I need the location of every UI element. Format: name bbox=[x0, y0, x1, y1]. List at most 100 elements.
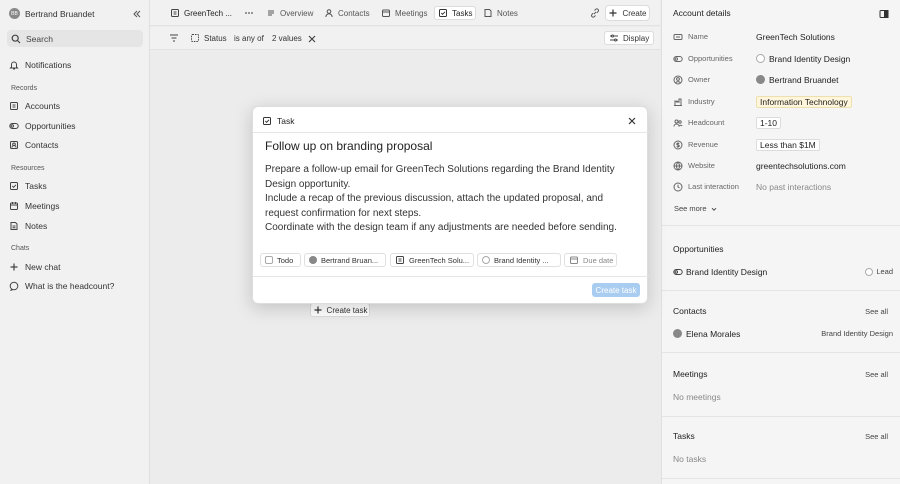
field-value[interactable]: 1-10 bbox=[756, 116, 782, 129]
field-value[interactable]: Information Technology bbox=[756, 95, 852, 108]
field-value[interactable]: GreenTech Solutions bbox=[756, 32, 835, 42]
create-label: Create bbox=[622, 8, 647, 18]
close-icon[interactable] bbox=[627, 116, 637, 126]
status-label: Todo bbox=[277, 255, 294, 265]
contact-icon bbox=[9, 140, 19, 150]
filter-operator[interactable]: is any of bbox=[234, 31, 264, 45]
chats-heading: Chats bbox=[11, 245, 30, 252]
opportunities-heading: Opportunities bbox=[673, 244, 724, 254]
name-icon bbox=[673, 32, 683, 42]
account-selector[interactable]: GreenTech Solu... bbox=[390, 253, 474, 267]
target-icon bbox=[673, 267, 683, 277]
create-button[interactable]: Create bbox=[605, 5, 650, 21]
sidebar-item-contacts[interactable]: Contacts bbox=[9, 138, 141, 152]
search-icon bbox=[11, 34, 21, 44]
sidebar-item-tasks[interactable]: Tasks bbox=[9, 179, 141, 193]
building-icon bbox=[395, 255, 405, 265]
tab-tasks[interactable]: Tasks bbox=[434, 6, 477, 20]
divider bbox=[662, 416, 900, 417]
filter-operator-label: is any of bbox=[234, 33, 264, 43]
divider bbox=[662, 478, 900, 479]
calendar-icon bbox=[381, 8, 391, 18]
top-bar: GreenTech ... Overview Contacts Meetings… bbox=[150, 0, 660, 26]
display-button[interactable]: Display bbox=[604, 31, 655, 45]
contact-row[interactable]: Elena Morales Brand Identity Design bbox=[673, 327, 893, 340]
more-icon[interactable] bbox=[244, 8, 254, 18]
search-box[interactable]: Search bbox=[7, 30, 143, 47]
assignee-selector[interactable]: Bertrand Bruan... bbox=[304, 253, 386, 267]
opportunity-row[interactable]: Brand Identity Design Lead bbox=[673, 265, 893, 278]
tab-notes[interactable]: Notes bbox=[480, 6, 521, 20]
tab-meetings[interactable]: Meetings bbox=[378, 6, 430, 20]
field-value[interactable]: Less than $1M bbox=[756, 138, 820, 151]
workspace-switcher[interactable]: BB Bertrand Bruandet bbox=[9, 7, 142, 20]
filter-bar: Status is any of 2 values Display bbox=[150, 27, 660, 50]
panel-title: Account details bbox=[673, 8, 731, 18]
checkbox-icon bbox=[262, 116, 272, 126]
calendar-icon bbox=[569, 255, 579, 265]
filter-value[interactable]: 2 values bbox=[272, 31, 302, 45]
field-opportunities: Opportunities Brand Identity Design bbox=[673, 52, 893, 65]
sidebar-item-new-chat[interactable]: New chat bbox=[9, 260, 141, 274]
note-icon bbox=[9, 221, 19, 231]
dollar-icon bbox=[673, 140, 683, 150]
sidebar-item-label: Notifications bbox=[25, 60, 72, 70]
collapse-sidebar-icon[interactable] bbox=[132, 9, 142, 19]
sidebar-item-label: New chat bbox=[25, 262, 61, 272]
sidebar-item-opportunities[interactable]: Opportunities bbox=[9, 119, 141, 133]
filter-field[interactable]: Status bbox=[190, 31, 227, 45]
due-date-label: Due date bbox=[583, 255, 614, 265]
empty-label: No tasks bbox=[673, 453, 707, 464]
sidebar-item-accounts[interactable]: Accounts bbox=[9, 99, 141, 113]
field-value[interactable]: Bertrand Bruandet bbox=[756, 75, 838, 85]
account-details-panel: Account details Name GreenTech Solutions… bbox=[661, 0, 900, 484]
field-label: Opportunities bbox=[688, 54, 733, 63]
panel-toggle-icon[interactable] bbox=[879, 9, 889, 19]
checkbox-icon bbox=[438, 8, 448, 18]
due-date-selector[interactable]: Due date bbox=[564, 253, 617, 267]
task-title[interactable]: Follow up on branding proposal bbox=[265, 139, 432, 153]
sidebar-item-label: Tasks bbox=[25, 181, 47, 191]
breadcrumb[interactable]: GreenTech ... bbox=[167, 6, 235, 20]
stage-label: Lead bbox=[876, 267, 893, 276]
sidebar-item-chat[interactable]: What is the headcount? bbox=[9, 279, 141, 293]
sidebar-item-label: Contacts bbox=[25, 140, 59, 150]
field-label: Headcount bbox=[688, 118, 725, 127]
close-icon[interactable] bbox=[307, 34, 317, 44]
meetings-see-all-button[interactable]: See all bbox=[865, 370, 888, 379]
workspace-name: Bertrand Bruandet bbox=[25, 8, 95, 19]
filter-icon[interactable] bbox=[169, 33, 179, 43]
sidebar-item-meetings[interactable]: Meetings bbox=[9, 199, 141, 213]
headcount-tag: 1-10 bbox=[756, 116, 782, 129]
avatar bbox=[756, 75, 765, 84]
create-task-submit-button[interactable]: Create task bbox=[592, 283, 640, 297]
field-label: Last interaction bbox=[688, 182, 739, 191]
divider bbox=[662, 290, 900, 291]
checkbox-icon bbox=[9, 181, 19, 191]
filter-value-label: 2 values bbox=[272, 33, 302, 43]
status-selector[interactable]: Todo bbox=[260, 253, 301, 267]
contacts-see-all-button[interactable]: See all bbox=[865, 307, 888, 316]
tab-overview[interactable]: Overview bbox=[263, 6, 316, 20]
sidebar-item-notes[interactable]: Notes bbox=[9, 219, 141, 233]
create-task-button[interactable]: Create task bbox=[310, 303, 370, 317]
field-website: Website greentechsolutions.com bbox=[673, 159, 893, 172]
tasks-see-all-button[interactable]: See all bbox=[865, 432, 888, 441]
task-description[interactable]: Prepare a follow-up email for GreenTech … bbox=[265, 163, 637, 236]
sidebar-item-notifications[interactable]: Notifications bbox=[9, 58, 141, 72]
people-icon bbox=[673, 118, 683, 128]
tab-contacts[interactable]: Contacts bbox=[321, 6, 373, 20]
tab-label: Meetings bbox=[395, 8, 428, 18]
sidebar-item-label: What is the headcount? bbox=[25, 281, 115, 291]
avatar: BB bbox=[9, 8, 20, 19]
link-icon[interactable] bbox=[590, 8, 600, 18]
opportunity-selector[interactable]: Brand Identity ... bbox=[477, 253, 561, 267]
opportunity-name: Brand Identity Design bbox=[686, 266, 768, 277]
field-value[interactable]: greentechsolutions.com bbox=[756, 161, 846, 171]
field-value[interactable]: Brand Identity Design bbox=[756, 54, 850, 64]
task-modal: Task Follow up on branding proposal Prep… bbox=[252, 106, 649, 304]
revenue-tag: Less than $1M bbox=[756, 138, 820, 151]
checkbox-icon bbox=[265, 256, 273, 264]
see-more-button[interactable]: See more bbox=[674, 204, 718, 213]
create-task-label: Create task bbox=[326, 305, 368, 315]
